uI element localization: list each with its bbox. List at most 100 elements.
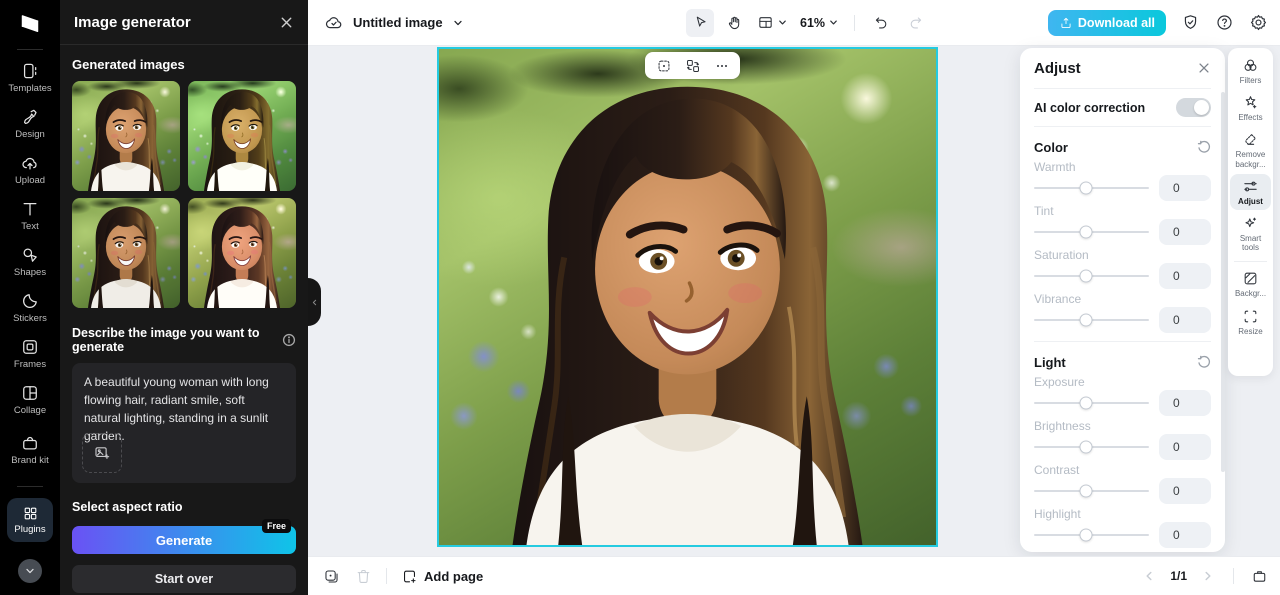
ai-color-correction-toggle[interactable] xyxy=(1176,98,1211,117)
brightness-slider[interactable] xyxy=(1034,446,1149,448)
exposure-slider[interactable] xyxy=(1034,402,1149,404)
panel-collapse-handle[interactable] xyxy=(308,278,321,326)
image-add-icon xyxy=(93,444,111,462)
tool-filters[interactable]: Filters xyxy=(1230,53,1271,89)
free-badge: Free xyxy=(262,519,291,533)
select-area-button[interactable] xyxy=(650,54,677,77)
layout-menu-button[interactable] xyxy=(754,14,791,31)
generated-image-thumbnail[interactable] xyxy=(188,198,296,308)
close-icon xyxy=(279,15,294,30)
brightness-value[interactable]: 0 xyxy=(1159,434,1211,460)
sidebar-item-label: Frames xyxy=(14,360,46,371)
warmth-slider-thumb[interactable] xyxy=(1079,181,1092,194)
tint-value[interactable]: 0 xyxy=(1159,219,1211,245)
vibrance-value[interactable]: 0 xyxy=(1159,307,1211,333)
tool-adjust[interactable]: Adjust xyxy=(1230,174,1271,210)
sidebar-item-plugins[interactable]: Plugins xyxy=(7,498,53,542)
bottom-bar-divider xyxy=(386,568,387,584)
chevron-down-icon[interactable] xyxy=(452,17,464,29)
highlight-slider[interactable] xyxy=(1034,534,1149,536)
vibrance-slider-thumb[interactable] xyxy=(1079,313,1092,326)
close-adjust-panel-button[interactable] xyxy=(1197,61,1211,75)
select-tool-button[interactable] xyxy=(686,9,714,37)
saturation-slider-thumb[interactable] xyxy=(1079,269,1092,282)
generate-button[interactable]: Generate Free xyxy=(72,526,296,554)
tint-slider[interactable] xyxy=(1034,231,1149,233)
sidebar-item-label: Upload xyxy=(15,176,45,187)
sidebar-item-frames[interactable]: Frames xyxy=(2,331,58,377)
contrast-slider[interactable] xyxy=(1034,490,1149,492)
settings-button[interactable] xyxy=(1249,13,1268,32)
brightness-slider-thumb[interactable] xyxy=(1079,440,1092,453)
zoom-level-button[interactable]: 61% xyxy=(797,16,842,30)
collapse-sidebar-button[interactable] xyxy=(18,559,42,583)
rail-divider xyxy=(17,49,43,50)
canvas-workspace[interactable]: Adjust AI color correction Color Warmth xyxy=(308,46,1280,556)
close-panel-button[interactable] xyxy=(279,15,294,30)
add-reference-image-button[interactable] xyxy=(82,433,122,473)
replace-image-button[interactable] xyxy=(679,54,706,77)
warmth-value[interactable]: 0 xyxy=(1159,175,1211,201)
safety-shield-button[interactable] xyxy=(1181,13,1200,32)
info-icon[interactable] xyxy=(282,333,296,347)
next-page-button[interactable] xyxy=(1195,563,1221,589)
contrast-slider-thumb[interactable] xyxy=(1079,484,1092,497)
document-title[interactable]: Untitled image xyxy=(353,15,443,30)
tool-smart-tools[interactable]: Smart tools xyxy=(1230,211,1271,256)
generated-image-thumbnail[interactable] xyxy=(72,81,180,191)
exposure-slider-thumb[interactable] xyxy=(1079,396,1092,409)
sidebar-item-design[interactable]: Design xyxy=(2,101,58,147)
sidebar-item-upload[interactable]: Upload xyxy=(2,147,58,193)
tool-remove-background[interactable]: Remove backgr... xyxy=(1230,127,1271,172)
cloud-save-status-icon[interactable] xyxy=(324,13,344,33)
present-button[interactable] xyxy=(1246,563,1272,589)
delete-page-button[interactable] xyxy=(350,563,376,589)
highlight-slider-thumb[interactable] xyxy=(1079,528,1092,541)
redo-button[interactable] xyxy=(901,9,929,37)
saturation-slider[interactable] xyxy=(1034,275,1149,277)
start-over-button[interactable]: Start over xyxy=(72,565,296,593)
hand-tool-button[interactable] xyxy=(720,9,748,37)
tool-resize[interactable]: Resize xyxy=(1230,304,1271,340)
tool-effects[interactable]: Effects xyxy=(1230,90,1271,126)
reset-color-button[interactable] xyxy=(1197,140,1211,154)
sidebar-item-stickers[interactable]: Stickers xyxy=(2,285,58,331)
zoom-level: 61% xyxy=(800,16,825,30)
adjust-panel-scrollbar[interactable] xyxy=(1221,92,1225,472)
tool-label: Filters xyxy=(1240,76,1262,85)
highlight-value[interactable]: 0 xyxy=(1159,522,1211,548)
tint-slider-thumb[interactable] xyxy=(1079,225,1092,238)
exposure-value[interactable]: 0 xyxy=(1159,390,1211,416)
more-options-button[interactable] xyxy=(708,54,735,77)
main-area: Untitled image 61% xyxy=(308,0,1280,595)
capcut-logo[interactable] xyxy=(17,8,43,40)
tool-background[interactable]: Backgr... xyxy=(1230,266,1271,302)
sidebar-item-label: Shapes xyxy=(14,268,46,279)
generated-image-thumbnail[interactable] xyxy=(188,81,296,191)
sidebar-item-templates[interactable]: Templates xyxy=(2,55,58,101)
previous-page-button[interactable] xyxy=(1136,563,1162,589)
add-page-button[interactable]: Add page xyxy=(397,568,487,585)
contrast-value[interactable]: 0 xyxy=(1159,478,1211,504)
help-button[interactable] xyxy=(1215,13,1234,32)
vibrance-slider[interactable] xyxy=(1034,319,1149,321)
prompt-input[interactable]: A beautiful young woman with long flowin… xyxy=(72,363,296,483)
reset-light-button[interactable] xyxy=(1197,355,1211,369)
design-icon xyxy=(20,107,40,127)
close-icon xyxy=(1197,61,1211,75)
generated-image-thumbnail[interactable] xyxy=(72,198,180,308)
sidebar-item-collage[interactable]: Collage xyxy=(2,377,58,423)
sidebar-item-shapes[interactable]: Shapes xyxy=(2,239,58,285)
page-indicator: 1/1 xyxy=(1170,569,1187,583)
duplicate-page-button[interactable] xyxy=(318,563,344,589)
sidebar-item-brand-kit[interactable]: Brand kit xyxy=(2,423,58,477)
sidebar-item-text[interactable]: Text xyxy=(2,193,58,239)
download-all-button[interactable]: Download all xyxy=(1048,10,1166,36)
filters-icon xyxy=(1242,57,1259,74)
frames-icon xyxy=(20,337,40,357)
collage-icon xyxy=(20,383,40,403)
canvas-image[interactable] xyxy=(437,47,938,547)
undo-button[interactable] xyxy=(867,9,895,37)
warmth-slider[interactable] xyxy=(1034,187,1149,189)
saturation-value[interactable]: 0 xyxy=(1159,263,1211,289)
